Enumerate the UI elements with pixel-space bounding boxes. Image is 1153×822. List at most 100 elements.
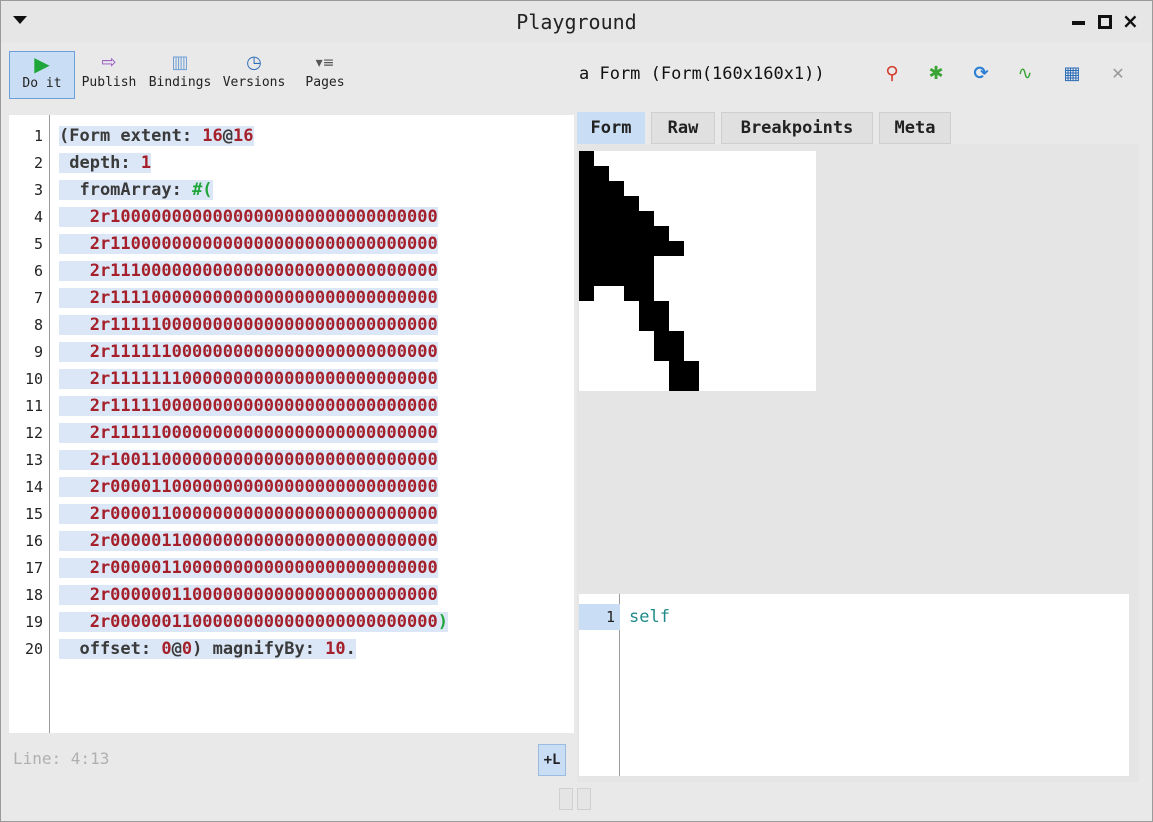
tab-raw[interactable]: Raw xyxy=(651,112,715,144)
form-pixel xyxy=(579,256,594,271)
form-pixel xyxy=(624,211,639,226)
pages-label: Pages xyxy=(305,75,345,90)
code-line: fromArray: #( xyxy=(59,180,213,200)
form-pixel xyxy=(654,241,669,256)
publish-button[interactable]: ⇨ Publish xyxy=(79,51,139,99)
line-number: 13 xyxy=(24,451,43,469)
code-line: 2r11100000000000000000000000000000 xyxy=(59,261,438,281)
title-bar: Playground × xyxy=(1,1,1152,43)
form-pixel xyxy=(654,346,669,361)
maximize-icon[interactable] xyxy=(1097,14,1113,30)
pane-splitter[interactable] xyxy=(559,788,597,814)
form-pixel xyxy=(594,166,609,181)
form-pixel xyxy=(609,226,624,241)
form-pixel xyxy=(639,256,654,271)
form-pixel xyxy=(654,331,669,346)
code-line: offset: 0@0) magnifyBy: 10. xyxy=(59,639,356,659)
form-pixel xyxy=(684,376,699,391)
form-pixel xyxy=(579,241,594,256)
form-pixel xyxy=(624,241,639,256)
evaluator-code[interactable]: self xyxy=(629,604,670,630)
form-pixel xyxy=(579,226,594,241)
form-pixel xyxy=(684,361,699,376)
form-pixel xyxy=(594,211,609,226)
line-number: 5 xyxy=(33,235,43,253)
cursor-position: Line: 4:13 xyxy=(13,749,110,768)
line-number: 3 xyxy=(33,181,43,199)
playground-window: Playground × ▶ Do it ⇨ Publish ▥ Binding… xyxy=(0,0,1153,822)
line-number: 20 xyxy=(24,640,43,658)
bindings-button[interactable]: ▥ Bindings xyxy=(147,51,213,99)
tab-meta[interactable]: Meta xyxy=(879,112,951,144)
form-pixel xyxy=(624,286,639,301)
bindings-icon: ▥ xyxy=(171,52,189,73)
form-pixel xyxy=(609,181,624,196)
form-pixel xyxy=(624,226,639,241)
inspector-title: a Form (Form(160x160x1)) xyxy=(579,64,825,84)
tab-form[interactable]: Form xyxy=(577,112,645,144)
code-editor[interactable]: 1 2 3 4 5 6 7 8 9 10 11 12 13 14 15 16 17 18 19 20 (Form ex… xyxy=(9,115,574,733)
code-line: 2r11111100000000000000000000000000 xyxy=(59,342,438,362)
code-line: 2r11000000000000000000000000000000 xyxy=(59,234,438,254)
code-line: 2r00000011000000000000000000000000 xyxy=(59,585,438,605)
code-line: 2r11110000000000000000000000000000 xyxy=(59,288,438,308)
form-pixel xyxy=(594,241,609,256)
code-line: 2r11111000000000000000000000000000 xyxy=(59,423,438,443)
form-pixel xyxy=(639,241,654,256)
do-it-button[interactable]: ▶ Do it xyxy=(9,51,75,99)
line-number: 10 xyxy=(24,370,43,388)
versions-button[interactable]: ◷ Versions xyxy=(221,51,287,99)
code-line: 2r00001100000000000000000000000000 xyxy=(59,504,438,524)
line-numbers-toggle-button[interactable]: +L xyxy=(538,744,566,776)
form-pixel xyxy=(639,316,654,331)
line-number: 11 xyxy=(24,397,43,415)
code-line: depth: 1 xyxy=(59,153,152,173)
minimize-icon[interactable] xyxy=(1071,14,1087,30)
close-icon[interactable]: ✕ xyxy=(1107,63,1129,85)
close-window-icon[interactable]: × xyxy=(1122,11,1139,31)
form-pixel xyxy=(594,196,609,211)
publish-label: Publish xyxy=(81,75,137,90)
form-preview xyxy=(579,151,816,391)
line-number: 12 xyxy=(24,424,43,442)
publish-icon: ⇨ xyxy=(101,52,117,73)
bug-icon[interactable]: ✱ xyxy=(925,63,947,85)
pages-button[interactable]: ▾≡ Pages xyxy=(297,51,353,99)
explore-icon[interactable]: ⚲ xyxy=(881,63,903,85)
form-pixel xyxy=(594,226,609,241)
window-title: Playground xyxy=(516,10,637,34)
refresh-icon[interactable]: ⟳ xyxy=(970,63,992,85)
line-number: 4 xyxy=(33,208,43,226)
form-pixel xyxy=(669,331,684,346)
form-pixel xyxy=(609,196,624,211)
evaluator-line-number: 1 xyxy=(605,608,615,626)
line-number: 14 xyxy=(24,478,43,496)
form-pixel xyxy=(609,271,624,286)
tab-breakpoints[interactable]: Breakpoints xyxy=(721,112,873,144)
form-pixel xyxy=(639,271,654,286)
form-pixel xyxy=(639,286,654,301)
form-pixel xyxy=(669,376,684,391)
form-pixel xyxy=(594,256,609,271)
line-number: 9 xyxy=(33,343,43,361)
code-line: 2r11111000000000000000000000000000 xyxy=(59,396,438,416)
form-pixel xyxy=(624,256,639,271)
code-line: 2r00000110000000000000000000000000 xyxy=(59,531,438,551)
form-pixel xyxy=(579,286,594,301)
grid-icon[interactable]: ▦ xyxy=(1061,63,1083,85)
form-pixel xyxy=(639,226,654,241)
bindings-label: Bindings xyxy=(148,75,212,90)
code-line: 2r10011000000000000000000000000000 xyxy=(59,450,438,470)
line-number: 6 xyxy=(33,262,43,280)
form-pixel xyxy=(624,271,639,286)
path-icon[interactable]: ∿ xyxy=(1014,63,1036,85)
line-number: 2 xyxy=(33,154,43,172)
pages-icon: ▾≡ xyxy=(315,55,335,71)
line-number: 1 xyxy=(33,127,43,145)
form-pixel xyxy=(654,301,669,316)
evaluator-pane[interactable]: 1 self xyxy=(579,594,1129,776)
code-line: 2r00001100000000000000000000000000 xyxy=(59,477,438,497)
form-pixel xyxy=(669,361,684,376)
line-number: 7 xyxy=(33,289,43,307)
form-pixel xyxy=(579,211,594,226)
